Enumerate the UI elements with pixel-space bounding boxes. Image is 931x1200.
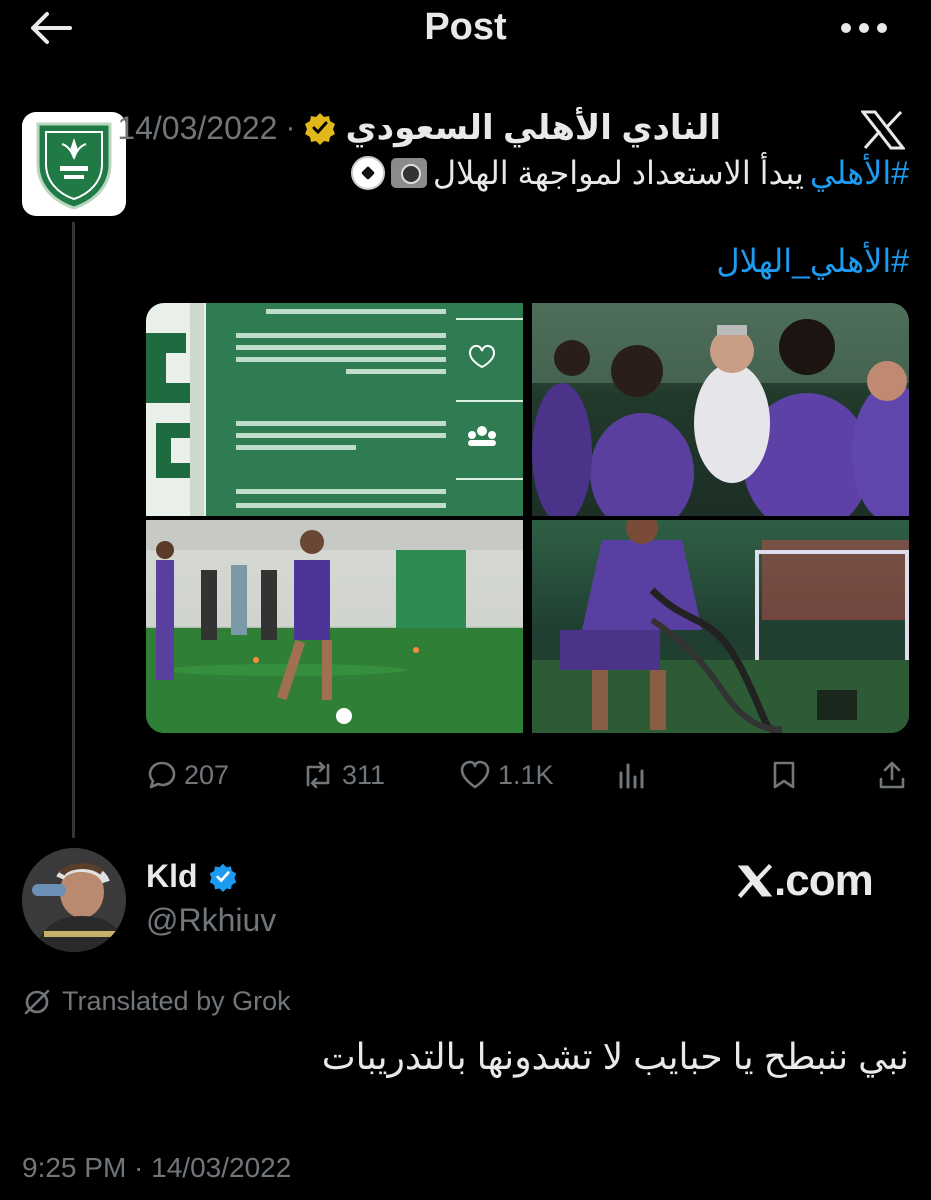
media-grid (146, 303, 909, 733)
reply-author-handle[interactable]: @Rkhiuv (146, 902, 276, 939)
photo-battle-ropes[interactable] (532, 520, 909, 733)
verified-blue-icon (209, 863, 236, 892)
reply-timestamp[interactable]: 9:25 PM · 14/03/2022 (22, 1152, 291, 1184)
date-separator: · (285, 111, 296, 144)
more-dots-icon (841, 23, 887, 33)
repost-button[interactable]: 311 (300, 755, 385, 795)
repost-icon (306, 761, 330, 789)
page-title: Post (424, 6, 507, 48)
post-text: #الأهلي يبدأ الاستعداد لمواجهة الهلال (350, 154, 909, 192)
reply-icon (148, 761, 176, 789)
photo-player-running[interactable] (146, 520, 523, 733)
huddle-artwork (532, 303, 909, 516)
reply-avatar-photo (22, 848, 126, 952)
watermark-text: .com (774, 856, 874, 905)
translated-label: Translated by Grok (62, 986, 291, 1016)
post-body-text: يبدأ الاستعداد لمواجهة الهلال (432, 155, 804, 191)
reply-author-avatar[interactable] (22, 848, 126, 952)
x-com-watermark: .com (736, 856, 874, 906)
post-date[interactable]: 14/03/2022 (117, 110, 277, 147)
hashtag-ahli-hilal[interactable]: #الأهلي_الهلال (716, 242, 909, 280)
bookmark-icon (773, 761, 795, 789)
reply-author-name[interactable]: Kld (146, 858, 238, 895)
author-name[interactable]: النادي الأهلي السعودي (345, 108, 721, 148)
grok-icon (24, 989, 50, 1014)
thread-line (72, 222, 75, 838)
rope-artwork (532, 520, 909, 733)
author-avatar[interactable] (22, 112, 126, 216)
reply-count: 207 (184, 759, 230, 790)
photo-training-huddle[interactable] (532, 303, 909, 516)
photo-infographic[interactable] (146, 303, 523, 516)
like-icon (460, 760, 490, 789)
share-button[interactable] (876, 755, 908, 795)
views-icon (619, 763, 644, 789)
back-button[interactable] (26, 8, 74, 48)
post-header: النادي الأهلي السعودي · 14/03/2022 (117, 106, 721, 150)
club-crest-logo (36, 122, 112, 210)
share-icon (879, 761, 905, 789)
x-logo-icon (861, 110, 905, 150)
like-button[interactable]: 1.1K (458, 755, 554, 795)
bookmark-button[interactable] (770, 755, 798, 795)
like-count: 1.1K (498, 759, 554, 790)
reply-button[interactable]: 207 (146, 755, 229, 795)
views-button[interactable] (616, 755, 646, 795)
reply-name-text: Kld (146, 858, 198, 894)
soccer-ball-emoji (350, 156, 385, 190)
back-arrow-icon (31, 12, 72, 44)
post-actions: 207 311 1.1K (146, 755, 909, 795)
camera-flash-emoji (390, 158, 427, 188)
more-options-button[interactable] (837, 10, 891, 46)
running-artwork (146, 520, 523, 733)
x-logo-icon (737, 863, 773, 898)
repost-count: 311 (342, 759, 386, 790)
reply-text: نبي ننبطح يا حبايب لا تشدونها بالتدريبات (321, 1036, 909, 1077)
hashtag-ahli[interactable]: #الأهلي (810, 154, 909, 192)
top-bar: Post (0, 0, 931, 58)
verified-gold-icon (305, 113, 336, 145)
infographic-artwork (146, 303, 523, 516)
translated-by-grok[interactable]: Translated by Grok (22, 986, 291, 1017)
